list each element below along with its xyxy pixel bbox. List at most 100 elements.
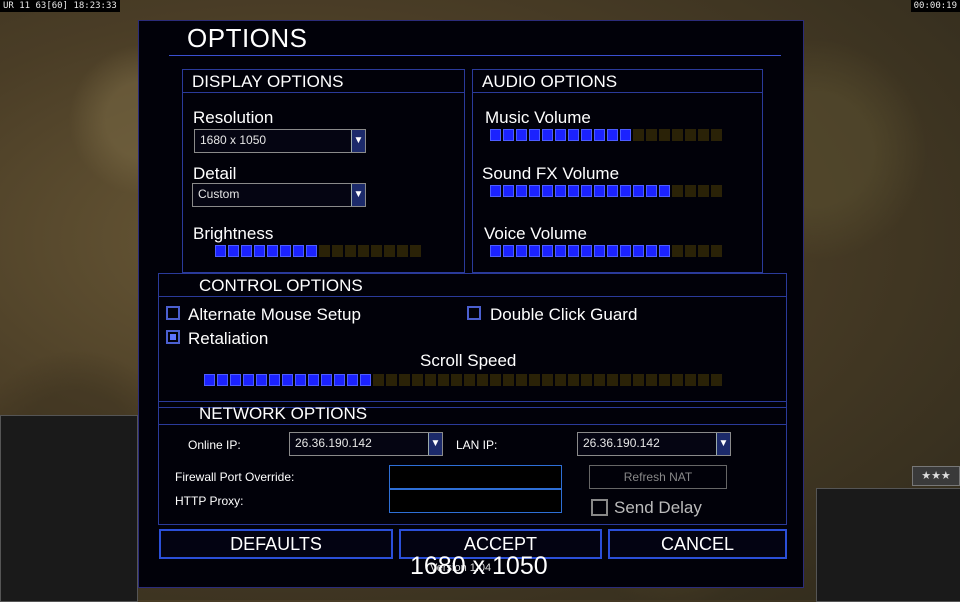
dropdown-arrow-icon[interactable]: ▼ (351, 184, 365, 206)
slider-segment[interactable] (659, 129, 670, 141)
slider-segment[interactable] (620, 185, 631, 197)
slider-segment[interactable] (646, 245, 657, 257)
slider-segment[interactable] (386, 374, 397, 386)
slider-segment[interactable] (269, 374, 280, 386)
slider-segment[interactable] (646, 374, 657, 386)
slider-segment[interactable] (334, 374, 345, 386)
dropdown-arrow-icon[interactable]: ▼ (351, 130, 365, 152)
slider-segment[interactable] (698, 129, 709, 141)
dropdown-arrow-icon[interactable]: ▼ (428, 433, 442, 455)
slider-segment[interactable] (399, 374, 410, 386)
slider-segment[interactable] (568, 374, 579, 386)
slider-segment[interactable] (490, 185, 501, 197)
slider-segment[interactable] (490, 245, 501, 257)
slider-segment[interactable] (438, 374, 449, 386)
slider-segment[interactable] (215, 245, 226, 257)
slider-segment[interactable] (241, 245, 252, 257)
slider-segment[interactable] (529, 245, 540, 257)
alternate-mouse-checkbox[interactable] (166, 306, 180, 320)
slider-segment[interactable] (607, 129, 618, 141)
slider-segment[interactable] (254, 245, 265, 257)
retaliation-checkbox[interactable] (166, 330, 180, 344)
slider-segment[interactable] (555, 185, 566, 197)
slider-segment[interactable] (620, 129, 631, 141)
slider-segment[interactable] (698, 245, 709, 257)
slider-segment[interactable] (360, 374, 371, 386)
slider-segment[interactable] (464, 374, 475, 386)
refresh-nat-button[interactable]: Refresh NAT (589, 465, 727, 489)
slider-segment[interactable] (397, 245, 408, 257)
slider-segment[interactable] (620, 374, 631, 386)
slider-segment[interactable] (672, 245, 683, 257)
slider-segment[interactable] (633, 129, 644, 141)
slider-segment[interactable] (555, 245, 566, 257)
slider-segment[interactable] (529, 185, 540, 197)
slider-segment[interactable] (529, 129, 540, 141)
slider-segment[interactable] (280, 245, 291, 257)
slider-segment[interactable] (516, 185, 527, 197)
slider-segment[interactable] (685, 374, 696, 386)
slider-segment[interactable] (412, 374, 423, 386)
defaults-button[interactable]: DEFAULTS (159, 529, 393, 559)
voice-volume-slider[interactable] (490, 245, 722, 257)
slider-segment[interactable] (293, 245, 304, 257)
slider-segment[interactable] (633, 374, 644, 386)
slider-segment[interactable] (516, 374, 527, 386)
sound-fx-volume-slider[interactable] (490, 185, 722, 197)
slider-segment[interactable] (516, 245, 527, 257)
scroll-speed-slider[interactable] (204, 374, 722, 386)
slider-segment[interactable] (711, 374, 722, 386)
slider-segment[interactable] (607, 185, 618, 197)
dropdown-arrow-icon[interactable]: ▼ (716, 433, 730, 455)
detail-dropdown[interactable]: Custom ▼ (192, 183, 366, 207)
slider-segment[interactable] (711, 245, 722, 257)
resolution-dropdown[interactable]: 1680 x 1050 ▼ (194, 129, 366, 153)
slider-segment[interactable] (555, 374, 566, 386)
slider-segment[interactable] (542, 185, 553, 197)
slider-segment[interactable] (633, 245, 644, 257)
slider-segment[interactable] (373, 374, 384, 386)
music-volume-slider[interactable] (490, 129, 722, 141)
double-click-guard-checkbox[interactable] (467, 306, 481, 320)
slider-segment[interactable] (243, 374, 254, 386)
http-proxy-input[interactable] (389, 489, 562, 513)
slider-segment[interactable] (672, 374, 683, 386)
slider-segment[interactable] (256, 374, 267, 386)
slider-segment[interactable] (319, 245, 330, 257)
slider-segment[interactable] (503, 374, 514, 386)
slider-segment[interactable] (267, 245, 278, 257)
slider-segment[interactable] (594, 185, 605, 197)
slider-segment[interactable] (410, 245, 421, 257)
online-ip-dropdown[interactable]: 26.36.190.142 ▼ (289, 432, 443, 456)
slider-segment[interactable] (204, 374, 215, 386)
slider-segment[interactable] (321, 374, 332, 386)
slider-segment[interactable] (332, 245, 343, 257)
slider-segment[interactable] (685, 129, 696, 141)
slider-segment[interactable] (425, 374, 436, 386)
firewall-port-input[interactable] (389, 465, 562, 489)
slider-segment[interactable] (306, 245, 317, 257)
slider-segment[interactable] (568, 129, 579, 141)
slider-segment[interactable] (672, 185, 683, 197)
slider-segment[interactable] (568, 245, 579, 257)
slider-segment[interactable] (345, 245, 356, 257)
cancel-button[interactable]: CANCEL (608, 529, 787, 559)
brightness-slider[interactable] (215, 245, 421, 257)
slider-segment[interactable] (659, 374, 670, 386)
lan-ip-dropdown[interactable]: 26.36.190.142 ▼ (577, 432, 731, 456)
slider-segment[interactable] (230, 374, 241, 386)
slider-segment[interactable] (659, 185, 670, 197)
slider-segment[interactable] (646, 185, 657, 197)
slider-segment[interactable] (607, 374, 618, 386)
slider-segment[interactable] (217, 374, 228, 386)
slider-segment[interactable] (659, 245, 670, 257)
slider-segment[interactable] (633, 185, 644, 197)
slider-segment[interactable] (594, 129, 605, 141)
slider-segment[interactable] (568, 185, 579, 197)
slider-segment[interactable] (646, 129, 657, 141)
slider-segment[interactable] (685, 185, 696, 197)
slider-segment[interactable] (451, 374, 462, 386)
slider-segment[interactable] (542, 374, 553, 386)
slider-segment[interactable] (516, 129, 527, 141)
slider-segment[interactable] (711, 129, 722, 141)
